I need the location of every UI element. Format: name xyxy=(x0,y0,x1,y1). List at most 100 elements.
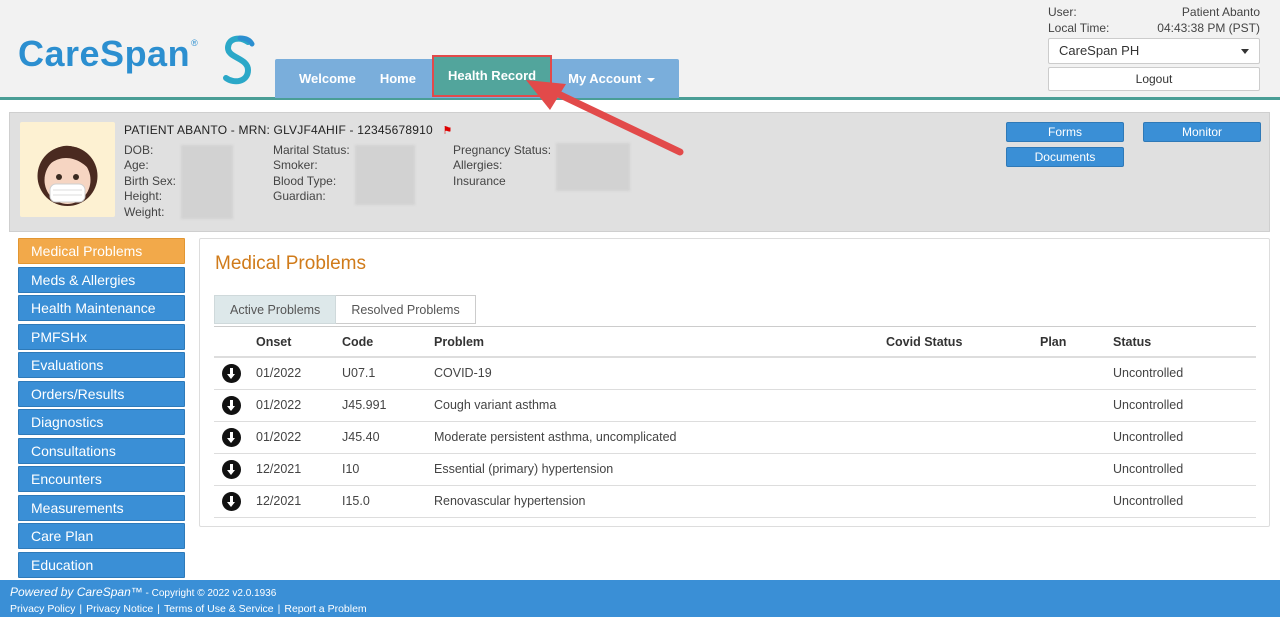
cell-status: Uncontrolled xyxy=(1113,462,1184,476)
column-header-status[interactable]: Status xyxy=(1113,327,1256,356)
cell-plan xyxy=(1040,358,1113,389)
cell-code: J45.991 xyxy=(342,398,387,412)
age-label: Age: xyxy=(124,158,149,173)
flag-icon[interactable]: ⚑ xyxy=(442,124,452,137)
sidebar-item-care-plan[interactable]: Care Plan xyxy=(18,523,185,549)
separator: | xyxy=(157,603,160,615)
cell-status: Uncontrolled xyxy=(1113,366,1184,380)
powered-by-text: Powered by CareSpan™ xyxy=(10,585,143,599)
annotation-arrow-icon xyxy=(526,80,684,156)
cell-status: Uncontrolled xyxy=(1113,430,1184,444)
patient-header: PATIENT ABANTO - MRN: GLVJF4AHIF - 12345… xyxy=(124,123,452,137)
cell-onset: 01/2022 xyxy=(256,430,302,444)
table-row[interactable]: 01/2022 J45.40 Moderate persistent asthm… xyxy=(214,422,1256,454)
table-row[interactable]: 01/2022 J45.991 Cough variant asthma Unc… xyxy=(214,390,1256,422)
sidebar-item-meds-allergies[interactable]: Meds & Allergies xyxy=(18,266,185,293)
table-header: Onset Code Problem Covid Status Plan Sta… xyxy=(214,326,1256,358)
cell-problem: Moderate persistent asthma, uncomplicate… xyxy=(434,430,677,444)
sidebar-item-education[interactable]: Education xyxy=(18,551,185,578)
marital-status-label: Marital Status: xyxy=(273,143,350,157)
footer-powered-by: Powered by CareSpan™ - Copyright © 2022 … xyxy=(10,585,276,599)
download-icon[interactable] xyxy=(222,396,241,415)
cell-code: U07.1 xyxy=(342,366,376,380)
sidebar-item-health-maintenance[interactable]: Health Maintenance xyxy=(18,295,185,321)
patient-demographics-col1: DOB: Age: Birth Sex: Height: Weight: xyxy=(124,143,176,220)
blood-type-label: Blood Type: xyxy=(273,173,337,188)
table-row[interactable]: 12/2021 I10 Essential (primary) hyperten… xyxy=(214,454,1256,486)
documents-button[interactable]: Documents xyxy=(1006,147,1124,167)
patient-name-mrn: PATIENT ABANTO - MRN: GLVJF4AHIF - 12345… xyxy=(124,123,433,137)
sidebar-item-diagnostics[interactable]: Diagnostics xyxy=(18,409,185,435)
column-header-covid-status[interactable]: Covid Status xyxy=(886,327,1040,356)
column-header-code[interactable]: Code xyxy=(342,327,434,356)
download-icon[interactable] xyxy=(222,492,241,511)
organization-select[interactable]: CareSpan PH xyxy=(1048,38,1260,64)
patient-avatar-icon xyxy=(37,145,98,206)
cell-problem: Essential (primary) hypertension xyxy=(434,462,614,476)
dob-label: DOB: xyxy=(124,143,154,157)
sidebar-item-measurements[interactable]: Measurements xyxy=(18,494,185,521)
cell-onset: 01/2022 xyxy=(256,366,302,380)
user-info: User: Patient Abanto Local Time: 04:43:3… xyxy=(1048,4,1260,36)
problem-tabs: Active Problems Resolved Problems xyxy=(214,295,476,324)
logo-registered-mark: ® xyxy=(191,38,198,48)
sidebar-item-encounters[interactable]: Encounters xyxy=(18,466,185,492)
carespan-logo[interactable]: CareSpan ® xyxy=(18,35,255,96)
download-icon[interactable] xyxy=(222,428,241,447)
monitor-button[interactable]: Monitor xyxy=(1143,122,1261,142)
tab-active-problems[interactable]: Active Problems xyxy=(214,295,337,324)
cell-plan xyxy=(1040,486,1113,517)
cell-plan xyxy=(1040,454,1113,485)
birth-sex-label: Birth Sex: xyxy=(124,173,177,188)
footer: Powered by CareSpan™ - Copyright © 2022 … xyxy=(0,580,1280,617)
sidebar-item-evaluations[interactable]: Evaluations xyxy=(18,352,185,378)
sidebar-item-consultations[interactable]: Consultations xyxy=(18,437,185,464)
sidebar-item-pmfshx[interactable]: PMFSHx xyxy=(18,323,185,350)
forms-button[interactable]: Forms xyxy=(1006,122,1124,142)
cell-code: J45.40 xyxy=(342,430,380,444)
tab-resolved-problems[interactable]: Resolved Problems xyxy=(336,295,476,324)
column-header-problem[interactable]: Problem xyxy=(434,327,886,356)
chevron-down-icon xyxy=(1241,49,1249,54)
terms-of-use-link[interactable]: Terms of Use & Service xyxy=(164,603,274,615)
nav-welcome[interactable]: Welcome xyxy=(275,59,368,98)
local-time-value: 04:43:38 PM (PST) xyxy=(1157,21,1260,35)
smoker-label: Smoker: xyxy=(273,158,318,173)
cell-covid-status xyxy=(886,358,1040,389)
copyright-text: - Copyright © 2022 v2.0.1936 xyxy=(142,588,277,599)
cell-onset: 01/2022 xyxy=(256,398,302,412)
nav-home[interactable]: Home xyxy=(368,59,428,98)
separator: | xyxy=(277,603,281,615)
privacy-notice-link[interactable]: Privacy Notice xyxy=(86,603,153,615)
carespan-s-icon xyxy=(223,35,255,85)
report-problem-link[interactable]: Report a Problem xyxy=(284,603,366,615)
cell-covid-status xyxy=(886,390,1040,421)
local-time-label: Local Time: xyxy=(1048,21,1110,35)
download-icon[interactable] xyxy=(222,460,241,479)
height-label: Height: xyxy=(124,189,163,204)
column-header-plan[interactable]: Plan xyxy=(1040,327,1113,356)
column-header-onset[interactable]: Onset xyxy=(256,327,342,356)
weight-label: Weight: xyxy=(124,204,165,219)
sidebar-item-medical-problems[interactable]: Medical Problems xyxy=(18,238,185,264)
privacy-policy-link[interactable]: Privacy Policy xyxy=(10,603,75,615)
medical-problems-panel: Medical Problems Active Problems Resolve… xyxy=(199,238,1270,527)
cell-covid-status xyxy=(886,454,1040,485)
footer-links: Privacy Policy | Privacy Notice | Terms … xyxy=(10,603,367,615)
cell-onset: 12/2021 xyxy=(256,462,302,476)
download-icon[interactable] xyxy=(222,364,241,383)
sidebar-item-orders-results[interactable]: Orders/Results xyxy=(18,380,185,407)
cell-status: Uncontrolled xyxy=(1113,494,1184,508)
table-row[interactable]: 01/2022 U07.1 COVID-19 Uncontrolled xyxy=(214,358,1256,390)
cell-covid-status xyxy=(886,486,1040,517)
redacted-demographics-2 xyxy=(355,145,415,205)
cell-problem: COVID-19 xyxy=(434,366,492,380)
patient-avatar xyxy=(20,122,115,217)
cell-code: I15.0 xyxy=(342,494,370,508)
user-label: User: xyxy=(1048,5,1077,19)
logout-button[interactable]: Logout xyxy=(1048,67,1260,91)
cell-plan xyxy=(1040,390,1113,421)
guardian-label: Guardian: xyxy=(273,189,326,204)
cell-problem: Renovascular hypertension xyxy=(434,494,586,508)
table-row[interactable]: 12/2021 I15.0 Renovascular hypertension … xyxy=(214,486,1256,518)
